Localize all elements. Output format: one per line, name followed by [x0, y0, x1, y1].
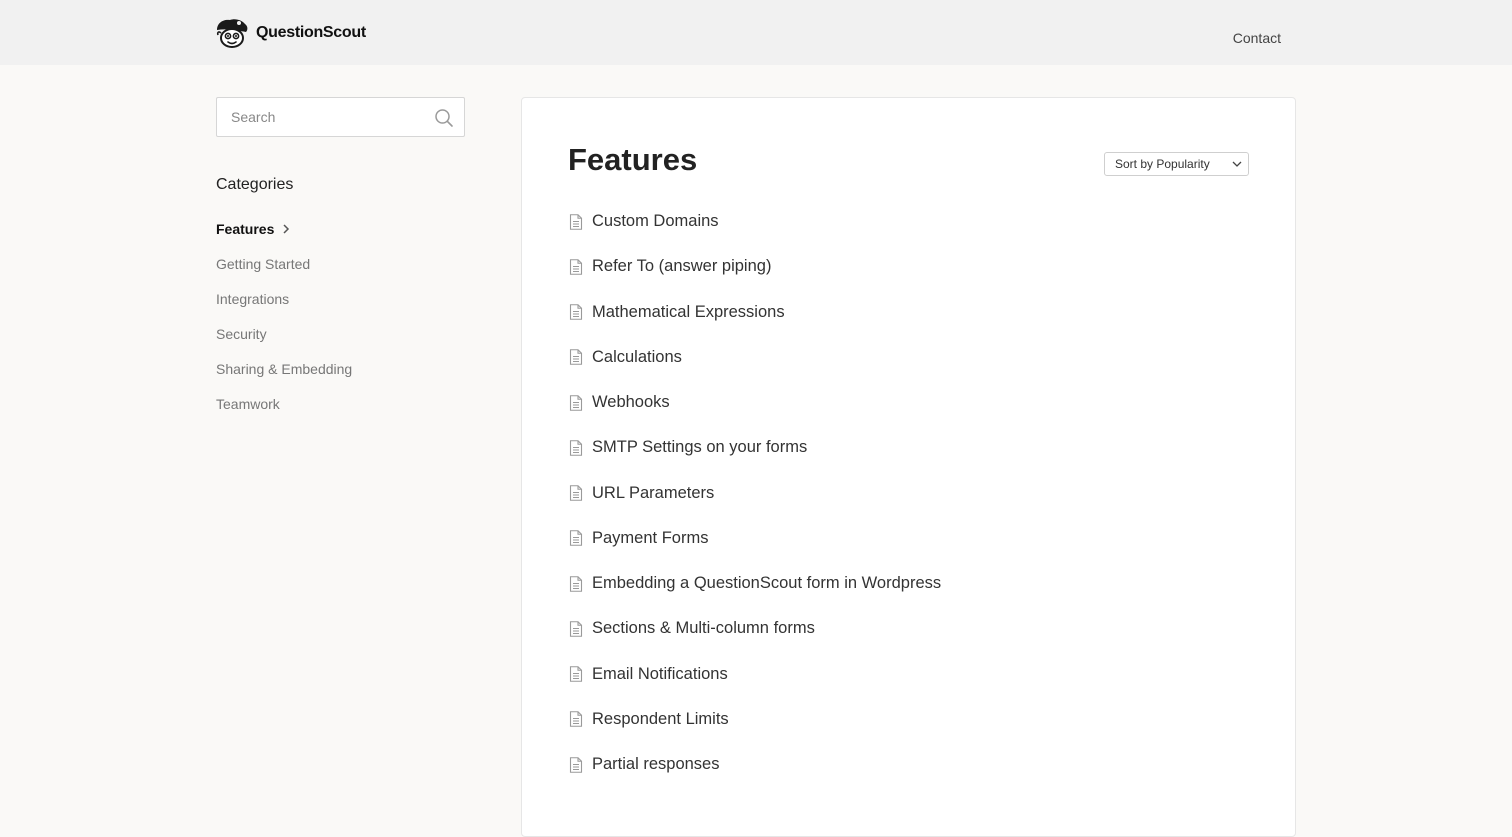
article-link[interactable]: Refer To (answer piping)	[592, 257, 771, 276]
sort-select-value: Sort by Popularity	[1115, 157, 1210, 171]
list-item[interactable]: Custom Domains	[569, 199, 941, 244]
document-icon	[569, 711, 583, 728]
list-item[interactable]: Mathematical Expressions	[569, 290, 941, 335]
sidebar-item-integrations[interactable]: Integrations	[216, 281, 352, 316]
article-link[interactable]: Payment Forms	[592, 529, 708, 548]
page-title: Features	[568, 142, 698, 177]
list-item[interactable]: Refer To (answer piping)	[569, 244, 941, 289]
article-link[interactable]: Embedding a QuestionScout form in Wordpr…	[592, 574, 941, 593]
article-link[interactable]: Email Notifications	[592, 665, 728, 684]
sort-select[interactable]: Sort by Popularity	[1104, 152, 1249, 176]
site-header: QuestionScout Contact	[0, 0, 1512, 65]
list-item[interactable]: Email Notifications	[569, 652, 941, 697]
list-item[interactable]: SMTP Settings on your forms	[569, 425, 941, 470]
nav-contact-link[interactable]: Contact	[1233, 30, 1281, 46]
article-link[interactable]: SMTP Settings on your forms	[592, 438, 807, 457]
list-item[interactable]: Embedding a QuestionScout form in Wordpr…	[569, 561, 941, 606]
sidebar-item-label: Security	[216, 325, 267, 342]
list-item[interactable]: URL Parameters	[569, 471, 941, 516]
document-icon	[569, 756, 583, 773]
document-icon	[569, 394, 583, 411]
sidebar-item-label: Integrations	[216, 290, 290, 307]
list-item[interactable]: Calculations	[569, 335, 941, 380]
article-link[interactable]: Sections & Multi-column forms	[592, 619, 815, 638]
sidebar-item-label: Sharing & Embedding	[216, 360, 353, 377]
search-box	[216, 97, 465, 137]
article-link[interactable]: Mathematical Expressions	[592, 303, 785, 322]
search-input[interactable]	[217, 98, 464, 136]
document-icon	[569, 259, 583, 275]
sidebar-item-teamwork[interactable]: Teamwork	[216, 386, 352, 421]
document-icon	[569, 440, 583, 456]
article-link[interactable]: URL Parameters	[592, 484, 714, 503]
document-icon	[569, 349, 583, 366]
sidebar-item-label: Teamwork	[216, 395, 280, 412]
list-item[interactable]: Partial responses	[569, 742, 941, 787]
article-list: Custom Domains Refer To (answer piping) …	[569, 199, 941, 787]
categories-heading: Categories	[216, 176, 294, 193]
article-link[interactable]: Webhooks	[592, 393, 670, 412]
sidebar-item-features[interactable]: Features	[216, 211, 352, 246]
content-panel: Features Sort by Popularity Custom Domai…	[521, 97, 1296, 837]
list-item[interactable]: Sections & Multi-column forms	[569, 606, 941, 651]
document-icon	[569, 575, 583, 592]
document-icon	[569, 530, 583, 547]
sidebar-item-getting-started[interactable]: Getting Started	[216, 246, 352, 281]
brand-logo[interactable]: QuestionScout	[215, 17, 366, 49]
article-link[interactable]: Custom Domains	[592, 212, 719, 231]
article-link[interactable]: Partial responses	[592, 755, 719, 774]
chevron-down-icon	[1232, 161, 1242, 167]
document-icon	[569, 485, 583, 501]
list-item[interactable]: Payment Forms	[569, 516, 941, 561]
brand-logo-icon	[216, 19, 248, 48]
sidebar-item-sharing-embedding[interactable]: Sharing & Embedding	[216, 351, 352, 386]
list-item[interactable]: Webhooks	[569, 380, 941, 425]
sidebar-item-security[interactable]: Security	[216, 316, 352, 351]
chevron-right-icon	[283, 223, 290, 234]
search-icon[interactable]	[434, 108, 454, 128]
document-icon	[569, 213, 583, 230]
article-link[interactable]: Respondent Limits	[592, 710, 729, 729]
sidebar-item-label: Getting Started	[216, 255, 311, 272]
list-item[interactable]: Respondent Limits	[569, 697, 941, 742]
document-icon	[569, 621, 583, 637]
article-link[interactable]: Calculations	[592, 348, 682, 367]
brand-name: QuestionScout	[256, 24, 366, 41]
category-list: Features Getting Started Integrations Se…	[216, 211, 352, 421]
document-icon	[569, 666, 583, 682]
sidebar-item-label: Features	[216, 220, 275, 237]
document-icon	[569, 304, 583, 320]
